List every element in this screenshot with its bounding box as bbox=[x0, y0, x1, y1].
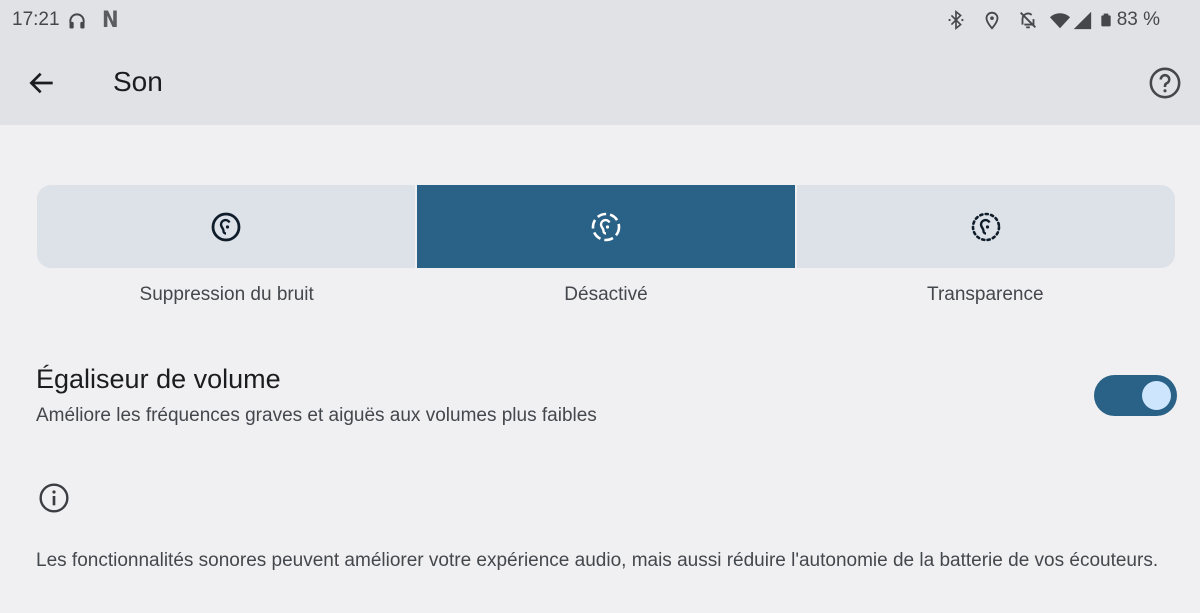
cell-signal-icon bbox=[1073, 11, 1091, 30]
page-title: Son bbox=[113, 66, 163, 97]
status-time: 17:21 bbox=[12, 9, 60, 30]
noise-option-suppression[interactable] bbox=[37, 185, 415, 268]
noise-control-off-icon bbox=[591, 212, 621, 241]
battery-percent: 83 % bbox=[1116, 9, 1160, 30]
noise-option-off[interactable] bbox=[417, 185, 795, 268]
info-text: Les fonctionnalités sonores peuvent amél… bbox=[36, 550, 1159, 571]
noise-option-labels: Suppression du bruit Désactivé Transpare… bbox=[37, 284, 1175, 306]
wifi-icon bbox=[1049, 13, 1070, 29]
toggle-thumb bbox=[1142, 381, 1171, 410]
location-icon bbox=[985, 11, 999, 30]
transparency-icon bbox=[971, 212, 1001, 241]
noise-cancellation-icon bbox=[211, 212, 241, 241]
volume-eq-title: Égaliseur de volume bbox=[36, 364, 281, 394]
noise-option-label: Transparence bbox=[927, 284, 1044, 305]
arrow-back-icon[interactable] bbox=[26, 67, 58, 99]
noise-option-label: Suppression du bruit bbox=[139, 284, 314, 305]
info-icon bbox=[39, 483, 69, 513]
headphones-icon bbox=[69, 13, 85, 29]
app-bar: Son bbox=[0, 42, 1200, 125]
battery-icon bbox=[1101, 13, 1111, 27]
status-bar: 17:21 N 83 % bbox=[0, 0, 1200, 42]
notifications-off-icon bbox=[1019, 12, 1036, 29]
noise-option-transparency[interactable] bbox=[797, 185, 1175, 268]
noise-control-selector bbox=[37, 185, 1175, 268]
help-icon[interactable] bbox=[1148, 66, 1182, 100]
netflix-icon: N bbox=[102, 8, 119, 33]
noise-option-label: Désactivé bbox=[564, 284, 648, 305]
volume-eq-subtitle: Améliore les fréquences graves et aiguës… bbox=[36, 405, 597, 426]
bluetooth-icon bbox=[948, 10, 964, 30]
volume-eq-toggle[interactable] bbox=[1094, 375, 1177, 416]
status-icons: 83 % bbox=[945, 9, 1160, 31]
